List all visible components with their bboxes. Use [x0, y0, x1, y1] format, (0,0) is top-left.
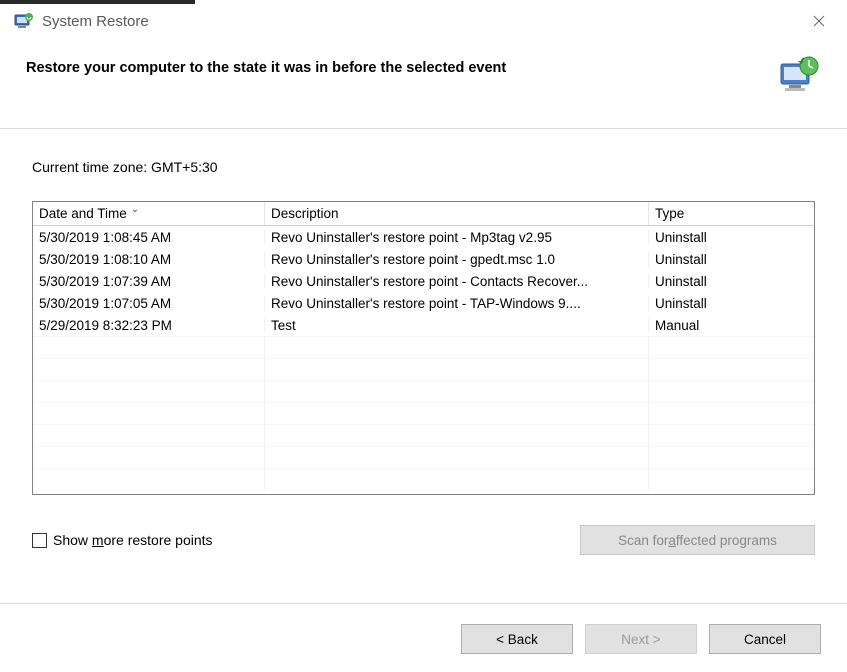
sort-descending-icon: ⌄	[131, 204, 139, 215]
show-more-checkbox[interactable]	[32, 533, 47, 548]
cell-description: Revo Uninstaller's restore point - Conta…	[265, 274, 649, 289]
table-row[interactable]: 5/29/2019 8:32:23 PMTestManual	[33, 314, 814, 336]
column-header-type-label: Type	[655, 206, 684, 221]
cell-date: 5/30/2019 1:07:39 AM	[33, 274, 265, 289]
restore-hero-icon	[777, 54, 821, 98]
cell-type: Uninstall	[649, 230, 814, 245]
table-empty-row	[33, 336, 814, 358]
column-header-type[interactable]: Type	[649, 202, 814, 225]
table-row[interactable]: 5/30/2019 1:08:45 AMRevo Uninstaller's r…	[33, 226, 814, 248]
footer-separator	[0, 603, 847, 604]
cell-date: 5/29/2019 8:32:23 PM	[33, 318, 265, 333]
cell-description: Test	[265, 318, 649, 333]
cell-description: Revo Uninstaller's restore point - gpedt…	[265, 252, 649, 267]
cell-date: 5/30/2019 1:08:45 AM	[33, 230, 265, 245]
column-header-description[interactable]: Description	[265, 202, 649, 225]
restore-points-table[interactable]: Date and Time ⌄ Description Type 5/30/20…	[32, 201, 815, 495]
table-empty-row	[33, 468, 814, 490]
window-title: System Restore	[42, 13, 805, 30]
table-row[interactable]: 5/30/2019 1:07:39 AMRevo Uninstaller's r…	[33, 270, 814, 292]
table-row[interactable]: 5/30/2019 1:07:05 AMRevo Uninstaller's r…	[33, 292, 814, 314]
page-headline: Restore your computer to the state it wa…	[26, 60, 506, 76]
cell-description: Revo Uninstaller's restore point - Mp3ta…	[265, 230, 649, 245]
next-button: Next >	[585, 624, 697, 654]
cell-type: Uninstall	[649, 274, 814, 289]
table-empty-row	[33, 380, 814, 402]
system-restore-icon	[14, 12, 34, 30]
column-header-date-label: Date and Time	[39, 206, 127, 221]
close-button[interactable]	[805, 11, 833, 31]
close-icon	[813, 15, 825, 27]
cell-date: 5/30/2019 1:08:10 AM	[33, 252, 265, 267]
cell-type: Uninstall	[649, 296, 814, 311]
table-empty-row	[33, 402, 814, 424]
scan-affected-programs-button: Scan for affected programs	[580, 525, 815, 555]
table-empty-row	[33, 446, 814, 468]
table-row[interactable]: 5/30/2019 1:08:10 AMRevo Uninstaller's r…	[33, 248, 814, 270]
header-section: Restore your computer to the state it wa…	[0, 44, 847, 129]
content-area: Current time zone: GMT+5:30 Date and Tim…	[0, 129, 847, 555]
back-button[interactable]: < Back	[461, 624, 573, 654]
column-header-date[interactable]: Date and Time ⌄	[33, 202, 265, 225]
cell-type: Manual	[649, 318, 814, 333]
table-empty-row	[33, 358, 814, 380]
table-empty-row	[33, 424, 814, 446]
column-header-description-label: Description	[271, 206, 339, 221]
footer-buttons: < Back Next > Cancel	[461, 624, 821, 654]
table-body: 5/30/2019 1:08:45 AMRevo Uninstaller's r…	[33, 226, 814, 490]
show-more-checkbox-wrap[interactable]: Show more restore points	[32, 532, 213, 548]
below-table-row: Show more restore points Scan for affect…	[32, 525, 815, 555]
cancel-button[interactable]: Cancel	[709, 624, 821, 654]
titlebar-darkstrip	[0, 0, 195, 4]
cell-description: Revo Uninstaller's restore point - TAP-W…	[265, 296, 649, 311]
cell-date: 5/30/2019 1:07:05 AM	[33, 296, 265, 311]
show-more-label: Show more restore points	[53, 532, 213, 548]
titlebar: System Restore	[0, 0, 847, 44]
timezone-label: Current time zone: GMT+5:30	[32, 159, 815, 175]
cell-type: Uninstall	[649, 252, 814, 267]
table-header: Date and Time ⌄ Description Type	[33, 202, 814, 226]
